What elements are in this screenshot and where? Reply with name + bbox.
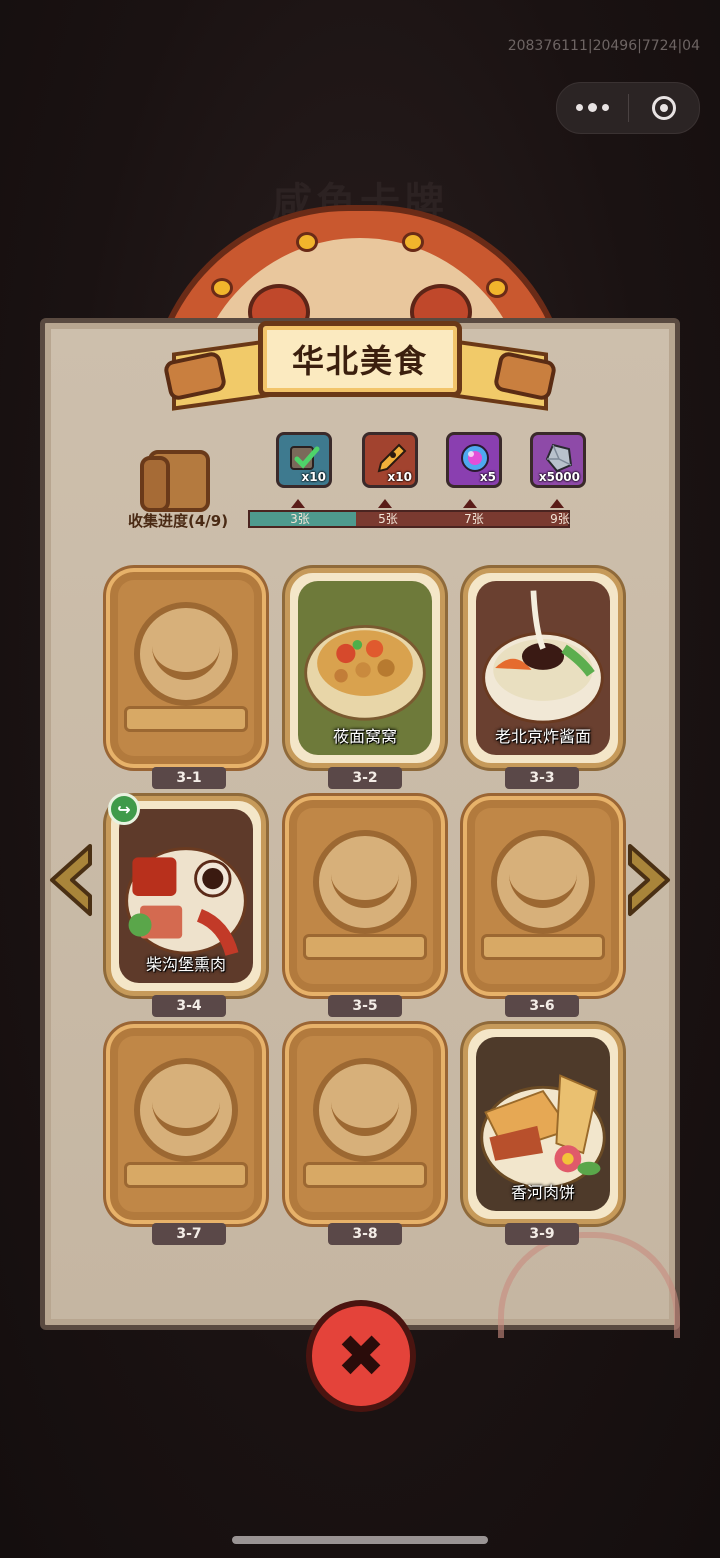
card-check-icon <box>290 446 320 470</box>
reward-milestone-3[interactable]: x5 <box>446 432 502 488</box>
locked-placeholder-icon <box>134 1058 238 1162</box>
reward-milestone-2[interactable]: x10 <box>362 432 418 488</box>
card-id-tag: 3-4 <box>152 995 226 1017</box>
milestone-label: 7张 <box>464 512 484 526</box>
milestone-label: 5张 <box>378 512 398 526</box>
card-unlocked[interactable]: 老北京炸酱面 <box>463 568 623 768</box>
share-button[interactable]: ↪ <box>108 793 140 825</box>
target-circle-icon <box>651 96 676 120</box>
bolt-decoration <box>296 232 318 252</box>
pen-nib-icon <box>377 443 407 473</box>
bolt-decoration <box>402 232 424 252</box>
card-ribbon <box>303 1162 427 1188</box>
card-locked[interactable] <box>285 796 445 996</box>
milestone-label: 9张 <box>550 512 570 526</box>
card-ribbon <box>124 706 248 732</box>
locked-placeholder-icon <box>491 830 595 934</box>
card-id-tag: 3-2 <box>328 767 402 789</box>
card-id-tag: 3-3 <box>505 767 579 789</box>
card-id-tag: 3-7 <box>152 1223 226 1245</box>
close-button[interactable]: ✖ <box>306 1300 416 1412</box>
orb-icon <box>461 444 489 472</box>
milestone-marker <box>378 499 392 508</box>
card-ribbon <box>303 934 427 960</box>
card-unlocked[interactable]: 莜面窝窝 <box>285 568 445 768</box>
card-locked[interactable] <box>106 1024 266 1224</box>
locked-placeholder-icon <box>313 1058 417 1162</box>
progress-bar: 3张 5张 7张 9张 <box>248 510 570 528</box>
card-id-tag: 3-6 <box>505 995 579 1017</box>
close-miniprogram-button[interactable] <box>629 83 700 133</box>
locked-placeholder-icon <box>313 830 417 934</box>
card-id-tag: 3-9 <box>505 1223 579 1245</box>
title-banner: 华北美食 <box>258 321 462 397</box>
share-icon: ↪ <box>117 799 131 819</box>
card-locked[interactable] <box>285 1024 445 1224</box>
reward-milestone-4[interactable]: x5000 <box>530 432 586 488</box>
arrow-right-icon[interactable] <box>624 842 674 918</box>
milestone-label: 3张 <box>290 512 310 526</box>
card-unlocked[interactable]: 柴沟堡熏肉 <box>106 796 266 996</box>
more-dots-icon <box>575 103 609 112</box>
home-indicator[interactable] <box>232 1536 488 1544</box>
panel-title: 华北美食 <box>291 342 428 380</box>
arrow-left-icon[interactable] <box>46 842 96 918</box>
milestone-marker <box>550 499 564 508</box>
card-name: 老北京炸酱面 <box>494 727 591 746</box>
locked-placeholder-icon <box>134 602 238 706</box>
card-ribbon <box>481 934 605 960</box>
debug-info: 208376111|20496|7724|04 <box>507 38 700 54</box>
bolt-decoration <box>486 278 508 298</box>
card-id-tag: 3-1 <box>152 767 226 789</box>
crystal-icon <box>545 443 573 473</box>
card-locked[interactable] <box>106 568 266 768</box>
card-name: 柴沟堡熏肉 <box>145 955 226 974</box>
close-x-icon: ✖ <box>336 1322 386 1390</box>
more-button[interactable] <box>557 83 628 133</box>
mini-program-capsule <box>556 82 700 134</box>
card-id-tag: 3-8 <box>328 1223 402 1245</box>
milestone-marker <box>291 499 305 508</box>
bolt-decoration <box>211 278 233 298</box>
card-ribbon <box>124 1162 248 1188</box>
card-name: 香河肉饼 <box>510 1183 575 1202</box>
reward-milestone-1[interactable]: x10 <box>276 432 332 488</box>
card-name: 莜面窝窝 <box>332 727 397 746</box>
card-locked[interactable] <box>463 796 623 996</box>
card-id-tag: 3-5 <box>328 995 402 1017</box>
progress-label: 收集进度(4/9) <box>128 512 229 530</box>
milestone-marker <box>463 499 477 508</box>
collection-jar-icon <box>140 450 216 512</box>
card-unlocked[interactable]: 香河肉饼 <box>463 1024 623 1224</box>
